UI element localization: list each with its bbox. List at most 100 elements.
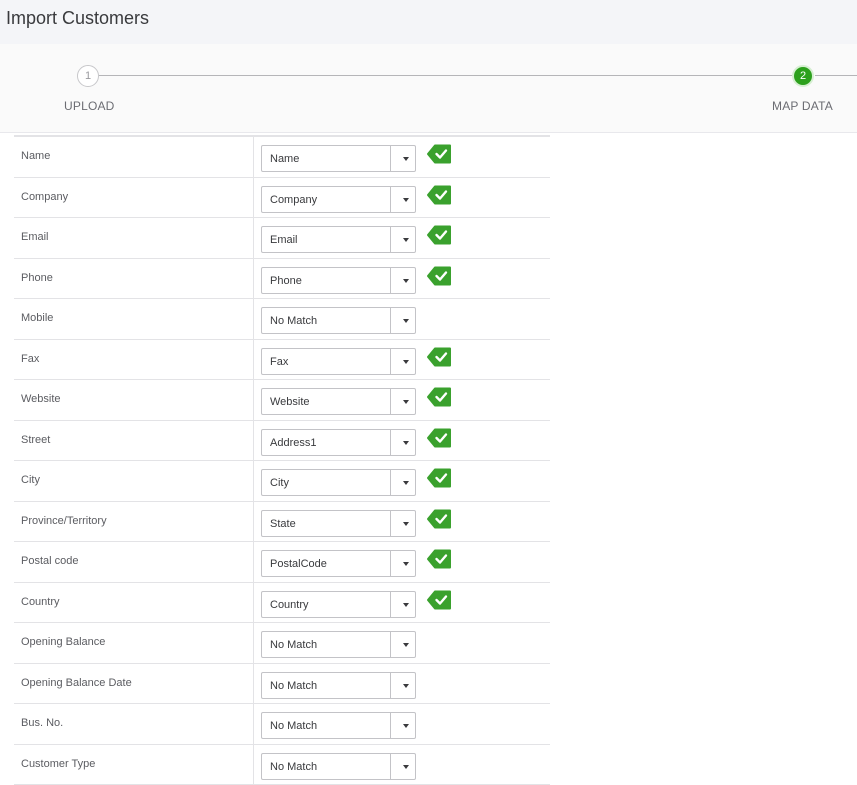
select-value: Address1 — [270, 437, 316, 449]
mapping-row-country: Country Country — [14, 583, 550, 624]
select-divider — [390, 551, 391, 576]
select-value: No Match — [270, 761, 317, 773]
stepper-connector-line-end — [815, 75, 857, 76]
checkmark-icon — [426, 346, 452, 368]
field-mapping-select[interactable]: City — [261, 469, 416, 496]
field-label: Street — [21, 434, 50, 446]
field-mapping-select[interactable]: No Match — [261, 631, 416, 658]
mapping-row-customer-type: Customer Type No Match — [14, 745, 550, 785]
select-divider — [390, 754, 391, 779]
checkmark-icon — [426, 224, 452, 246]
select-value: No Match — [270, 720, 317, 732]
select-divider — [390, 308, 391, 333]
checkmark-icon — [426, 467, 452, 489]
chevron-down-icon[interactable] — [403, 562, 409, 566]
checkmark-icon — [426, 265, 452, 287]
chevron-down-icon[interactable] — [403, 157, 409, 161]
select-value: Website — [270, 396, 310, 408]
chevron-down-icon[interactable] — [403, 765, 409, 769]
mapping-row-email: Email Email — [14, 218, 550, 259]
field-label: Website — [21, 393, 61, 405]
field-mapping-select[interactable]: Email — [261, 226, 416, 253]
field-mapping-grid: Name Name Company Company Email Email Ph… — [14, 135, 550, 785]
checkmark-icon — [426, 508, 452, 530]
field-mapping-select[interactable]: State — [261, 510, 416, 537]
chevron-down-icon[interactable] — [403, 724, 409, 728]
field-mapping-select[interactable]: Company — [261, 186, 416, 213]
mapping-row-fax: Fax Fax — [14, 340, 550, 381]
field-label: Name — [21, 150, 50, 162]
field-label: Mobile — [21, 312, 53, 324]
chevron-down-icon[interactable] — [403, 441, 409, 445]
select-value: Fax — [270, 356, 288, 368]
field-label: Email — [21, 231, 49, 243]
field-label: Postal code — [21, 555, 78, 567]
field-mapping-select[interactable]: Fax — [261, 348, 416, 375]
select-value: PostalCode — [270, 558, 327, 570]
select-divider — [390, 146, 391, 171]
step-upload-label[interactable]: UPLOAD — [64, 99, 115, 113]
field-mapping-select[interactable]: Website — [261, 388, 416, 415]
mapping-row-street: Street Address1 — [14, 421, 550, 462]
mapping-row-website: Website Website — [14, 380, 550, 421]
mapping-row-company: Company Company — [14, 178, 550, 219]
import-stepper: 1 UPLOAD 2 MAP DATA — [0, 44, 857, 133]
chevron-down-icon[interactable] — [403, 400, 409, 404]
chevron-down-icon[interactable] — [403, 279, 409, 283]
checkmark-icon — [426, 184, 452, 206]
select-divider — [390, 389, 391, 414]
select-divider — [390, 673, 391, 698]
select-value: Name — [270, 153, 299, 165]
step-upload-circle[interactable]: 1 — [77, 65, 99, 87]
select-divider — [390, 470, 391, 495]
field-mapping-select[interactable]: Address1 — [261, 429, 416, 456]
step-map-data-label: MAP DATA — [772, 99, 833, 113]
page-title: Import Customers — [6, 8, 149, 29]
select-divider — [390, 349, 391, 374]
chevron-down-icon[interactable] — [403, 360, 409, 364]
chevron-down-icon[interactable] — [403, 684, 409, 688]
field-mapping-select[interactable]: Country — [261, 591, 416, 618]
field-label: Fax — [21, 353, 39, 365]
mapping-row-bus-no-: Bus. No. No Match — [14, 704, 550, 745]
checkmark-icon — [426, 143, 452, 165]
mapping-row-postal-code: Postal code PostalCode — [14, 542, 550, 583]
field-mapping-select[interactable]: Phone — [261, 267, 416, 294]
field-mapping-select[interactable]: No Match — [261, 753, 416, 780]
chevron-down-icon[interactable] — [403, 643, 409, 647]
select-value: Email — [270, 234, 298, 246]
select-value: No Match — [270, 680, 317, 692]
select-divider — [390, 632, 391, 657]
select-value: State — [270, 518, 296, 530]
field-label: Customer Type — [21, 758, 95, 770]
select-value: City — [270, 477, 289, 489]
field-label: Company — [21, 191, 68, 203]
field-mapping-select[interactable]: No Match — [261, 712, 416, 739]
mapping-row-mobile: Mobile No Match — [14, 299, 550, 340]
field-label: City — [21, 474, 40, 486]
select-value: Phone — [270, 275, 302, 287]
stepper-connector-line — [99, 75, 792, 76]
select-divider — [390, 511, 391, 536]
chevron-down-icon[interactable] — [403, 603, 409, 607]
mapping-row-phone: Phone Phone — [14, 259, 550, 300]
select-divider — [390, 268, 391, 293]
chevron-down-icon[interactable] — [403, 198, 409, 202]
checkmark-icon — [426, 386, 452, 408]
chevron-down-icon[interactable] — [403, 238, 409, 242]
select-divider — [390, 227, 391, 252]
chevron-down-icon[interactable] — [403, 522, 409, 526]
field-mapping-select[interactable]: PostalCode — [261, 550, 416, 577]
field-mapping-select[interactable]: No Match — [261, 307, 416, 334]
select-divider — [390, 187, 391, 212]
mapping-row-opening-balance: Opening Balance No Match — [14, 623, 550, 664]
field-label: Phone — [21, 272, 53, 284]
chevron-down-icon[interactable] — [403, 319, 409, 323]
mapping-row-name: Name Name — [14, 137, 550, 178]
field-label: Opening Balance Date — [21, 677, 132, 689]
select-value: Country — [270, 599, 309, 611]
mapping-row-province-territory: Province/Territory State — [14, 502, 550, 543]
field-mapping-select[interactable]: Name — [261, 145, 416, 172]
field-mapping-select[interactable]: No Match — [261, 672, 416, 699]
chevron-down-icon[interactable] — [403, 481, 409, 485]
